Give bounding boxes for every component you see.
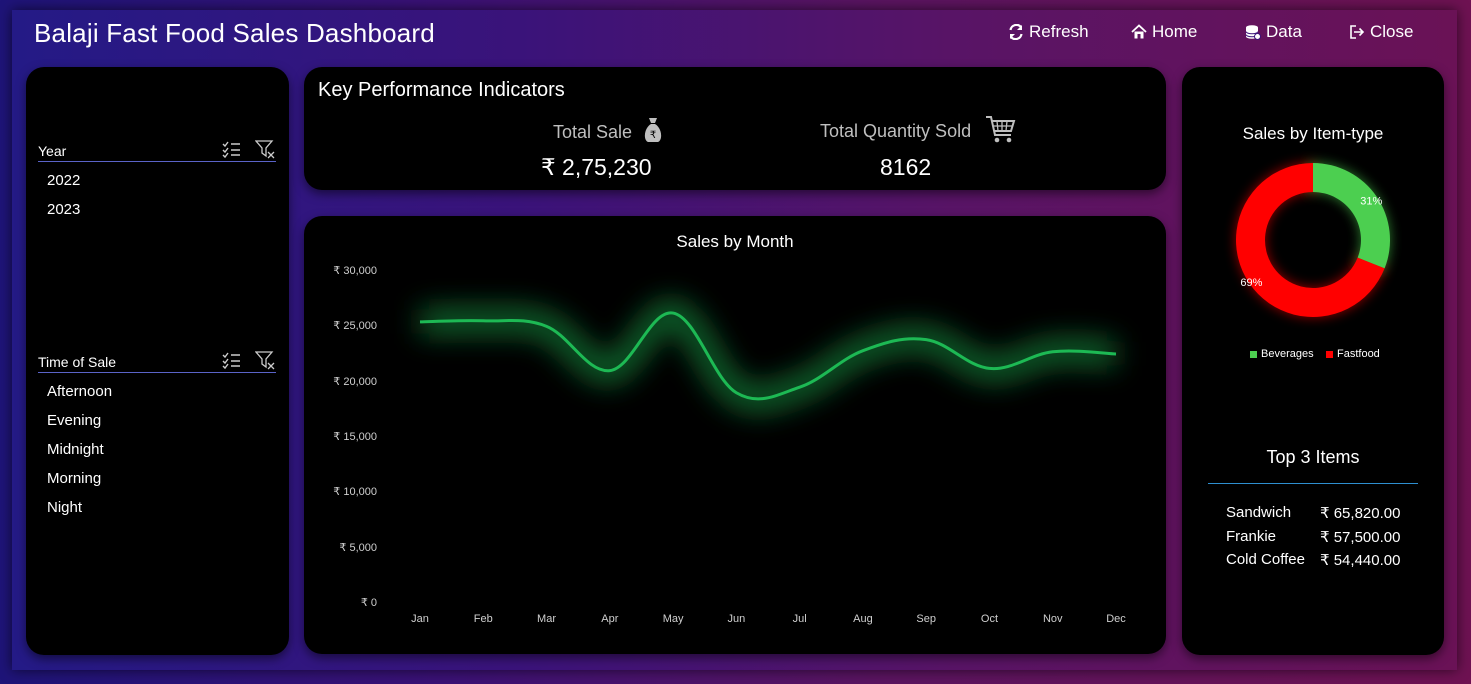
- multi-select-icon[interactable]: [221, 350, 241, 370]
- legend-swatch-beverages: [1250, 350, 1257, 358]
- year-slicer-label: Year: [38, 143, 67, 159]
- total-sale-label: Total Sale: [553, 122, 633, 142]
- svg-text:₹: ₹: [650, 130, 656, 141]
- time-slicer-header: Time of Sale: [38, 350, 276, 373]
- legend-label-fastfood: Fastfood: [1337, 348, 1380, 360]
- page-title: Balaji Fast Food Sales Dashboard: [34, 18, 435, 48]
- clear-filter-icon[interactable]: [255, 350, 275, 370]
- top-item-name: Sandwich: [1226, 504, 1292, 521]
- refresh-label: Refresh: [1029, 22, 1089, 41]
- home-icon: [1131, 24, 1147, 39]
- donut-data-label: 31%: [1360, 195, 1382, 207]
- time-item-midnight[interactable]: Midnight: [47, 441, 104, 458]
- y-tick-label: ₹ 30,000: [333, 265, 377, 277]
- line-chart-title: Sales by Month: [676, 232, 794, 251]
- kpi-title: Key Performance Indicators: [318, 79, 565, 101]
- total-sale-value: ₹ 2,75,230: [541, 154, 652, 180]
- sign-out-icon: [1350, 25, 1365, 39]
- total-quantity-label: Total Quantity Sold: [820, 121, 972, 141]
- year-slicer-header: Year: [38, 139, 276, 162]
- time-item-night[interactable]: Night: [47, 499, 82, 516]
- close-label: Close: [1370, 22, 1414, 41]
- year-item-2022[interactable]: 2022: [47, 172, 80, 189]
- y-tick-label: ₹ 15,000: [333, 431, 377, 443]
- total-quantity-value: 8162: [880, 154, 932, 180]
- top-item-value: ₹ 54,440.00: [1320, 552, 1401, 569]
- item-type-donut-chart: 31% 69%: [1236, 163, 1390, 317]
- year-item-2023[interactable]: 2023: [47, 201, 80, 218]
- y-tick-label: ₹ 0: [360, 597, 377, 609]
- donut-slice-beverages: [1313, 163, 1390, 269]
- clear-filter-icon[interactable]: [255, 139, 275, 159]
- time-item-evening[interactable]: Evening: [47, 412, 101, 429]
- legend-swatch-fastfood: [1326, 350, 1333, 358]
- data-button[interactable]: Data: [1245, 22, 1302, 42]
- top-item-value: ₹ 57,500.00: [1320, 529, 1401, 546]
- top-item-name: Frankie: [1226, 528, 1277, 545]
- home-label: Home: [1152, 22, 1198, 41]
- refresh-icon: [1009, 24, 1023, 40]
- top-items-title: Top 3 Items: [1266, 447, 1360, 467]
- data-label: Data: [1266, 22, 1302, 41]
- top-item-value: ₹ 65,820.00: [1320, 505, 1401, 522]
- money-bag-icon: ₹: [644, 118, 662, 142]
- y-tick-label: ₹ 10,000: [333, 486, 377, 499]
- close-button[interactable]: Close: [1349, 22, 1413, 42]
- refresh-button[interactable]: Refresh: [1008, 22, 1089, 42]
- y-tick-label: ₹ 20,000: [333, 375, 377, 388]
- top-items-divider: [1208, 483, 1418, 484]
- legend-beverages: Beverages: [1250, 348, 1314, 360]
- top-item-name: Cold Coffee: [1226, 551, 1305, 568]
- sales-line-chart: [419, 300, 1117, 412]
- y-tick-label: ₹ 5,000: [339, 541, 377, 554]
- time-slicer-label: Time of Sale: [38, 354, 117, 370]
- sales-line-glow: [419, 300, 1117, 412]
- database-icon: [1245, 25, 1261, 40]
- legend-fastfood: Fastfood: [1326, 348, 1380, 360]
- donut-chart-title: Sales by Item-type: [1242, 124, 1384, 143]
- time-item-afternoon[interactable]: Afternoon: [47, 383, 112, 400]
- y-tick-label: ₹ 25,000: [333, 320, 377, 333]
- home-button[interactable]: Home: [1131, 22, 1197, 42]
- multi-select-icon[interactable]: [221, 139, 241, 159]
- donut-data-label: 69%: [1240, 277, 1262, 289]
- shopping-cart-icon: [986, 116, 1016, 143]
- legend-label-beverages: Beverages: [1261, 348, 1314, 360]
- time-item-morning[interactable]: Morning: [47, 470, 101, 487]
